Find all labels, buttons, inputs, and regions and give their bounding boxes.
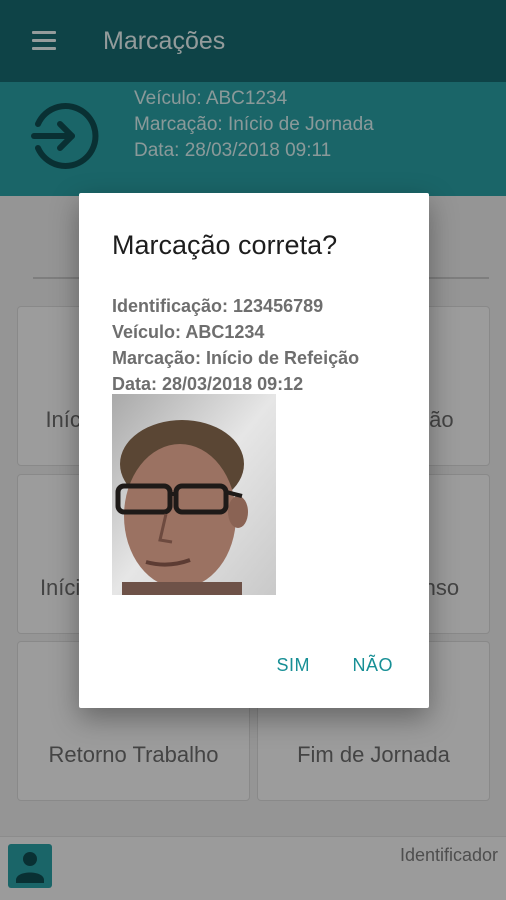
dialog-actions: SIM NÃO: [239, 655, 393, 676]
dialog-vehicle: Veículo: ABC1234: [112, 322, 265, 342]
dialog-mark: Marcação: Início de Refeição: [112, 348, 360, 368]
dialog-info: Identificação: 123456789 Veículo: ABC123…: [112, 293, 359, 397]
confirm-dialog: Marcação correta? Identificação: 1234567…: [79, 193, 429, 708]
no-button[interactable]: NÃO: [314, 655, 393, 676]
yes-button[interactable]: SIM: [239, 655, 311, 676]
dialog-title: Marcação correta?: [112, 230, 338, 260]
user-photo: [112, 394, 276, 595]
dialog-identification: Identificação: 123456789: [112, 296, 324, 316]
